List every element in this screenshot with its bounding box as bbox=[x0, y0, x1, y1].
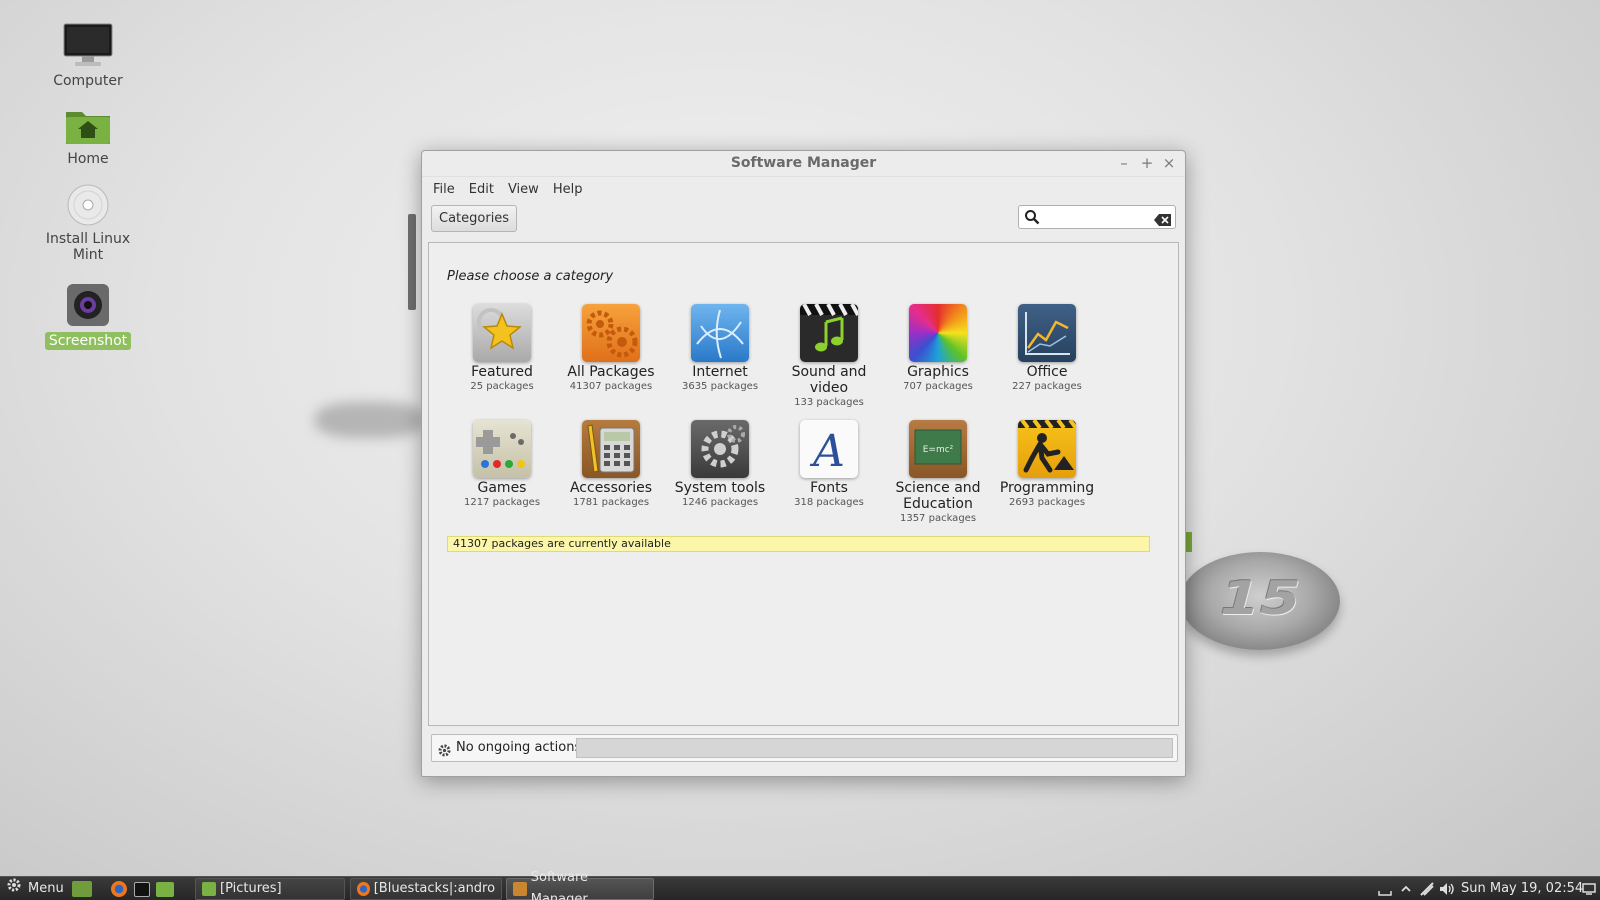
desktop-icon-computer[interactable]: Computer bbox=[28, 22, 148, 90]
mint-15-badge: 15 bbox=[1180, 552, 1340, 650]
menu-help[interactable]: Help bbox=[546, 182, 590, 197]
status-text: No ongoing actions bbox=[456, 740, 582, 755]
menu-button[interactable]: Menu bbox=[6, 878, 64, 900]
category-heading: Please choose a category bbox=[447, 269, 614, 284]
search-icon bbox=[1024, 209, 1040, 229]
background-shadow bbox=[315, 402, 425, 438]
font-icon: A bbox=[800, 420, 858, 478]
line-chart-icon bbox=[1018, 304, 1076, 362]
clapperboard-music-icon bbox=[800, 304, 858, 362]
title-bar[interactable]: Software Manager – + × bbox=[422, 151, 1185, 177]
color-wheel-icon bbox=[909, 304, 967, 362]
home-folder-icon bbox=[64, 106, 112, 146]
terminal-launcher[interactable] bbox=[134, 878, 154, 900]
desktop-icon-label: Computer bbox=[53, 73, 123, 89]
menu-label: Menu bbox=[28, 881, 64, 896]
desktop-icon-home[interactable]: Home bbox=[28, 106, 148, 168]
gamepad-icon bbox=[473, 420, 531, 478]
toolbar: Categories bbox=[422, 201, 1185, 235]
packages-available-notice: 41307 packages are currently available bbox=[447, 536, 1150, 552]
menu-file[interactable]: File bbox=[426, 182, 462, 197]
menu-edit[interactable]: Edit bbox=[462, 182, 501, 197]
background-window-edge bbox=[408, 214, 416, 310]
category-accessories[interactable]: Accessories 1781 packages bbox=[556, 420, 666, 509]
files-launcher[interactable] bbox=[156, 878, 178, 900]
monitor-icon bbox=[62, 22, 114, 68]
software-manager-icon bbox=[513, 882, 527, 896]
software-manager-window: Software Manager – + × File Edit View He… bbox=[421, 150, 1186, 777]
folder-icon bbox=[202, 882, 216, 896]
tray-chevron-up-icon[interactable] bbox=[1400, 878, 1412, 900]
terminal-icon bbox=[134, 881, 150, 897]
category-graphics[interactable]: Graphics 707 packages bbox=[883, 304, 993, 393]
desktop-icon-screenshot[interactable]: Screenshot bbox=[28, 282, 148, 350]
taskbar-window-software-manager[interactable]: Software Manager bbox=[506, 870, 654, 900]
mint-menu-icon bbox=[6, 877, 22, 900]
maximize-button[interactable]: + bbox=[1138, 154, 1156, 172]
menu-view[interactable]: View bbox=[501, 182, 546, 197]
category-office[interactable]: Office 227 packages bbox=[992, 304, 1102, 393]
category-sound-and-video[interactable]: Sound and video 133 packages bbox=[774, 304, 884, 409]
gears-icon bbox=[582, 304, 640, 362]
desktop-icon bbox=[72, 881, 92, 897]
chalkboard-icon: E=mc² bbox=[909, 420, 967, 478]
search-box bbox=[1018, 205, 1176, 229]
tray-workspace-icon[interactable] bbox=[1378, 878, 1392, 900]
clock[interactable]: Sun May 19, 02:54 bbox=[1461, 878, 1583, 900]
category-games[interactable]: Games 1217 packages bbox=[447, 420, 557, 509]
disc-icon bbox=[67, 184, 109, 226]
menu-bar: File Edit View Help bbox=[422, 177, 1185, 201]
category-all-packages[interactable]: All Packages 41307 packages bbox=[556, 304, 666, 393]
status-bar: No ongoing actions bbox=[431, 734, 1178, 762]
search-input[interactable] bbox=[1043, 208, 1153, 226]
window-title: Software Manager bbox=[730, 155, 877, 171]
camera-icon bbox=[65, 282, 111, 328]
svg-text:E=mc²: E=mc² bbox=[923, 445, 954, 455]
desktop-icon-install-linux-mint[interactable]: Install Linux Mint bbox=[28, 184, 148, 264]
categories-button[interactable]: Categories bbox=[431, 205, 518, 232]
progress-bar bbox=[576, 738, 1173, 758]
taskbar-window-bluestacks[interactable]: [Bluestacks|:andro... bbox=[350, 878, 502, 900]
firefox-icon bbox=[357, 882, 370, 896]
star-icon bbox=[473, 304, 531, 362]
minimize-button[interactable]: – bbox=[1115, 154, 1133, 172]
tray-display-icon[interactable] bbox=[1582, 878, 1596, 900]
category-internet[interactable]: Internet 3635 packages bbox=[665, 304, 775, 393]
folder-icon bbox=[156, 881, 174, 897]
desktop-icon-label: Home bbox=[67, 151, 109, 167]
category-system-tools[interactable]: System tools 1246 packages bbox=[665, 420, 775, 509]
firefox-icon bbox=[111, 881, 127, 897]
gear-icon bbox=[691, 420, 749, 478]
gear-icon bbox=[438, 742, 451, 761]
taskbar-window-pictures[interactable]: [Pictures] bbox=[195, 878, 345, 900]
close-button[interactable]: × bbox=[1160, 154, 1178, 172]
category-programming[interactable]: Programming 2693 packages bbox=[992, 420, 1102, 509]
calculator-icon bbox=[582, 420, 640, 478]
category-featured[interactable]: Featured 25 packages bbox=[447, 304, 557, 393]
svg-text:A: A bbox=[809, 426, 845, 477]
category-panel: Please choose a category Featured 25 pac… bbox=[428, 242, 1179, 726]
desktop-icon-label: Screenshot bbox=[44, 332, 132, 350]
category-fonts[interactable]: A Fonts 318 packages bbox=[774, 420, 884, 509]
clear-search-icon[interactable] bbox=[1154, 211, 1171, 230]
category-science-and-education[interactable]: E=mc² Science and Education 1357 package… bbox=[883, 420, 993, 525]
show-desktop-button[interactable] bbox=[72, 878, 96, 900]
firefox-launcher[interactable] bbox=[111, 878, 131, 900]
taskbar: Menu [Pictures] [Bluestacks|:andro... So… bbox=[0, 870, 1600, 900]
tray-network-icon[interactable] bbox=[1420, 878, 1434, 900]
desktop-icon-label: Install Linux Mint bbox=[45, 231, 131, 263]
globe-icon bbox=[691, 304, 749, 362]
construction-icon bbox=[1018, 420, 1076, 478]
tray-volume-icon[interactable] bbox=[1439, 878, 1455, 900]
